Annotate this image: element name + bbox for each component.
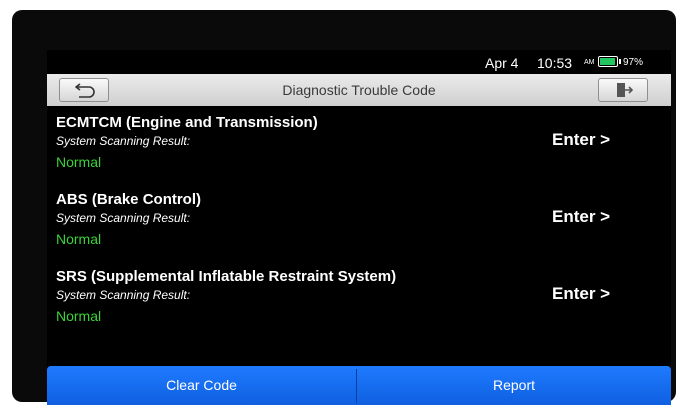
device-frame: Apr 4 10:53 AM 97% Diagnostic Trouble Co… xyxy=(12,10,676,405)
scan-result-label: System Scanning Result: xyxy=(56,134,191,148)
clear-code-button[interactable]: Clear Code xyxy=(47,366,356,405)
screen: Apr 4 10:53 AM 97% Diagnostic Trouble Co… xyxy=(47,50,671,405)
system-row-abs[interactable]: ABS (Brake Control) System Scanning Resu… xyxy=(47,191,671,268)
exit-button[interactable] xyxy=(598,78,648,102)
page-title: Diagnostic Trouble Code xyxy=(282,82,436,98)
enter-button[interactable]: Enter > xyxy=(552,130,610,150)
system-name: ECMTCM (Engine and Transmission) xyxy=(56,114,318,131)
battery-fill xyxy=(600,58,615,65)
status-time: 10:53 xyxy=(537,55,573,71)
enter-button[interactable]: Enter > xyxy=(552,284,610,304)
system-row-srs[interactable]: SRS (Supplemental Inflatable Restraint S… xyxy=(47,268,671,345)
scan-result-label: System Scanning Result: xyxy=(56,211,191,225)
battery-icon xyxy=(598,56,621,67)
scan-status: Normal xyxy=(56,308,102,324)
scan-status: Normal xyxy=(56,154,102,170)
title-bar: Diagnostic Trouble Code xyxy=(47,74,671,106)
scan-result-label: System Scanning Result: xyxy=(56,288,191,302)
report-button[interactable]: Report xyxy=(357,366,671,405)
status-date: Apr 4 xyxy=(485,55,519,71)
battery-percent: 97% xyxy=(623,57,644,68)
system-name: ABS (Brake Control) xyxy=(56,191,202,208)
bottom-action-bar: Clear Code Report xyxy=(47,366,671,405)
enter-button[interactable]: Enter > xyxy=(552,207,610,227)
system-row-ecmtcm[interactable]: ECMTCM (Engine and Transmission) System … xyxy=(47,114,671,191)
scan-status: Normal xyxy=(56,231,102,247)
status-bar: Apr 4 10:53 AM 97% xyxy=(47,50,671,74)
exit-door-icon xyxy=(617,83,634,97)
status-ampm: AM xyxy=(584,59,595,66)
system-name: SRS (Supplemental Inflatable Restraint S… xyxy=(56,268,397,285)
